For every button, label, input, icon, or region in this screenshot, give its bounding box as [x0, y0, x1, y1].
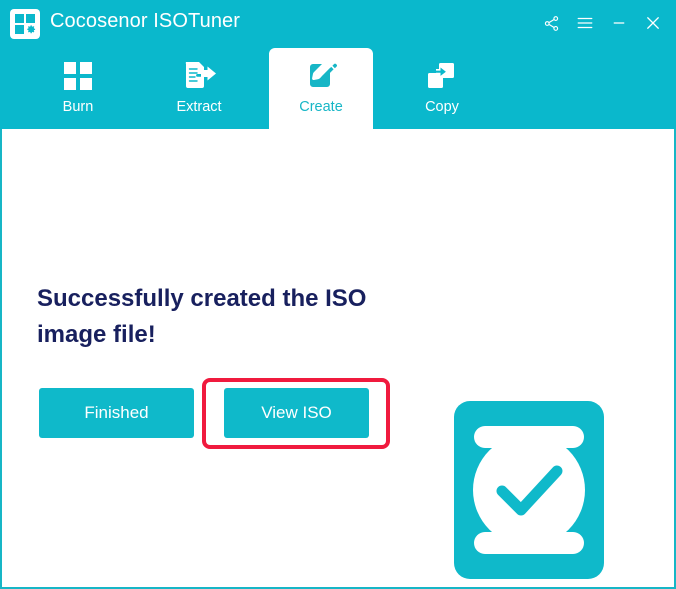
gear-icon	[27, 25, 36, 34]
app-title: Cocosenor ISOTuner	[50, 10, 241, 32]
tab-copy[interactable]: Copy	[390, 48, 494, 129]
tab-create-label: Create	[299, 99, 343, 115]
finished-button[interactable]: Finished	[39, 388, 194, 438]
app-header: Cocosenor ISOTuner Burn Extract Create C…	[0, 0, 676, 129]
logo-square-3	[15, 25, 24, 34]
grid-squares-icon	[62, 59, 94, 93]
close-icon[interactable]	[636, 6, 670, 40]
content-area: Successfully created the ISO image file!…	[0, 129, 676, 589]
window-controls	[534, 6, 670, 40]
menu-icon[interactable]	[568, 6, 602, 40]
square-pencil-icon	[305, 59, 337, 93]
tab-copy-label: Copy	[425, 99, 459, 115]
document-arrow-icon	[182, 59, 216, 93]
minimize-icon[interactable]	[602, 6, 636, 40]
view-iso-button[interactable]: View ISO	[224, 388, 369, 438]
tab-burn-label: Burn	[62, 99, 94, 115]
tab-create[interactable]: Create	[269, 48, 373, 129]
tab-burn[interactable]: Burn	[26, 48, 130, 129]
logo-square-1	[15, 14, 24, 23]
tab-bar: Burn Extract Create Copy	[0, 48, 676, 129]
app-window: Cocosenor ISOTuner Burn Extract Create C…	[0, 0, 676, 589]
logo-square-2	[26, 14, 35, 23]
app-logo-icon	[10, 9, 40, 39]
tab-extract[interactable]: Extract	[147, 48, 251, 129]
copy-arrow-icon	[426, 59, 458, 93]
share-icon[interactable]	[534, 6, 568, 40]
tab-extract-label: Extract	[176, 99, 222, 115]
title-bar[interactable]: Cocosenor ISOTuner	[0, 0, 676, 48]
page-title: Successfully created the ISO image file!	[37, 285, 367, 348]
document-check-icon	[454, 401, 604, 579]
